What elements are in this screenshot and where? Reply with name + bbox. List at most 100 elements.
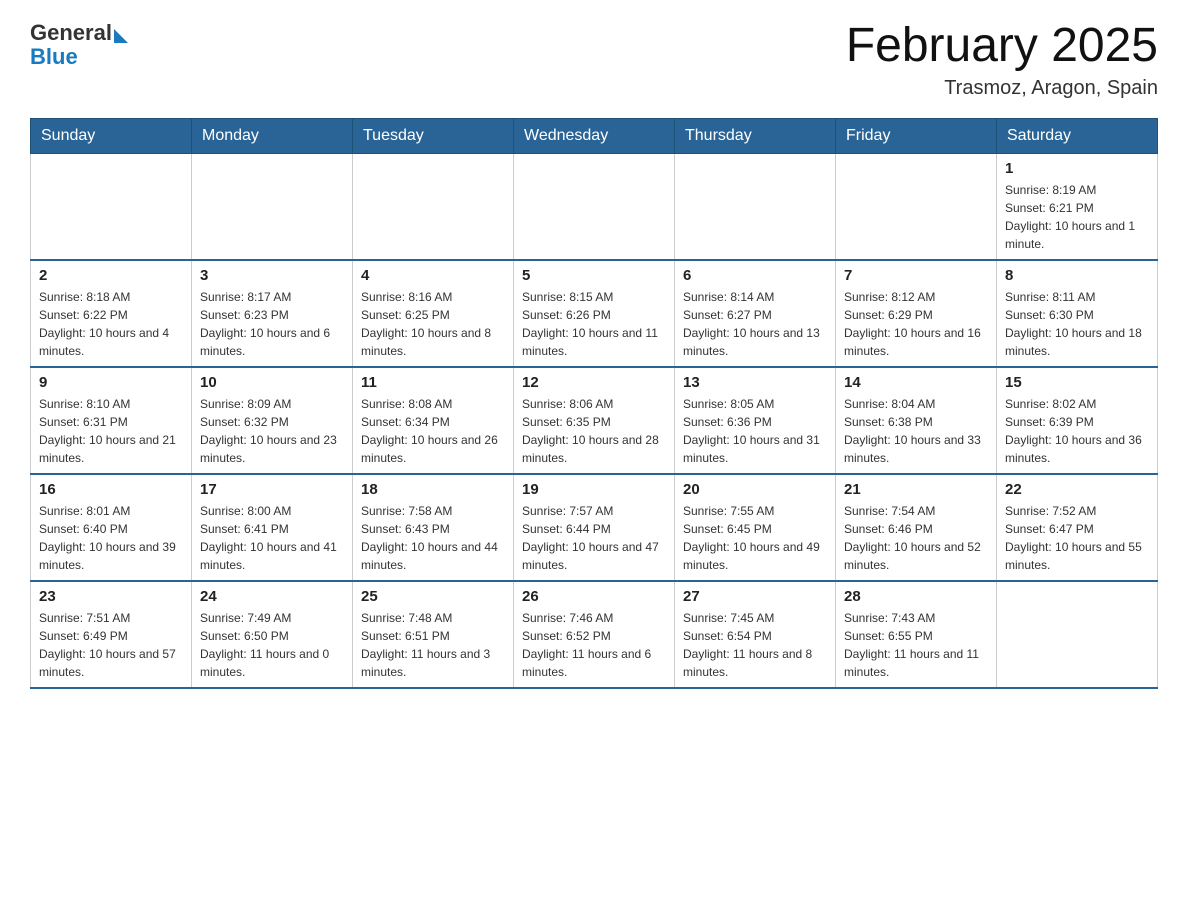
day-cell: 17 Sunrise: 8:00 AM Sunset: 6:41 PM Dayli… — [192, 474, 353, 581]
day-number: 7 — [844, 267, 988, 284]
day-info: Sunrise: 7:48 AM Sunset: 6:51 PM Dayligh… — [361, 609, 505, 681]
col-wednesday: Wednesday — [514, 118, 675, 153]
day-cell: 26 Sunrise: 7:46 AM Sunset: 6:52 PM Dayli… — [514, 581, 675, 688]
header-row: Sunday Monday Tuesday Wednesday Thursday… — [31, 118, 1158, 153]
day-cell: 7 Sunrise: 8:12 AM Sunset: 6:29 PM Daylig… — [836, 260, 997, 367]
day-number: 26 — [522, 588, 666, 605]
day-info: Sunrise: 8:06 AM Sunset: 6:35 PM Dayligh… — [522, 395, 666, 467]
day-cell: 23 Sunrise: 7:51 AM Sunset: 6:49 PM Dayli… — [31, 581, 192, 688]
day-number: 12 — [522, 374, 666, 391]
day-cell: 27 Sunrise: 7:45 AM Sunset: 6:54 PM Dayli… — [675, 581, 836, 688]
col-thursday: Thursday — [675, 118, 836, 153]
day-info: Sunrise: 8:14 AM Sunset: 6:27 PM Dayligh… — [683, 288, 827, 360]
day-number: 25 — [361, 588, 505, 605]
day-cell: 15 Sunrise: 8:02 AM Sunset: 6:39 PM Dayli… — [997, 367, 1158, 474]
day-info: Sunrise: 8:01 AM Sunset: 6:40 PM Dayligh… — [39, 502, 183, 574]
day-cell: 20 Sunrise: 7:55 AM Sunset: 6:45 PM Dayli… — [675, 474, 836, 581]
day-info: Sunrise: 8:11 AM Sunset: 6:30 PM Dayligh… — [1005, 288, 1149, 360]
day-cell: 25 Sunrise: 7:48 AM Sunset: 6:51 PM Dayli… — [353, 581, 514, 688]
day-number: 15 — [1005, 374, 1149, 391]
col-tuesday: Tuesday — [353, 118, 514, 153]
day-cell — [997, 581, 1158, 688]
day-number: 2 — [39, 267, 183, 284]
day-cell: 12 Sunrise: 8:06 AM Sunset: 6:35 PM Dayli… — [514, 367, 675, 474]
day-info: Sunrise: 8:08 AM Sunset: 6:34 PM Dayligh… — [361, 395, 505, 467]
page-header: General Blue February 2025 Trasmoz, Arag… — [30, 20, 1158, 100]
day-number: 20 — [683, 481, 827, 498]
logo: General Blue — [30, 20, 128, 70]
day-cell — [31, 153, 192, 260]
day-cell: 24Sunrise: 7:49 AM Sunset: 6:50 PM Dayli… — [192, 581, 353, 688]
day-number: 10 — [200, 374, 344, 391]
col-sunday: Sunday — [31, 118, 192, 153]
day-cell — [192, 153, 353, 260]
day-info: Sunrise: 8:18 AM Sunset: 6:22 PM Dayligh… — [39, 288, 183, 360]
day-number: 8 — [1005, 267, 1149, 284]
day-info: Sunrise: 7:45 AM Sunset: 6:54 PM Dayligh… — [683, 609, 827, 681]
day-info: Sunrise: 8:02 AM Sunset: 6:39 PM Dayligh… — [1005, 395, 1149, 467]
day-number: 24 — [200, 588, 344, 605]
day-number: 6 — [683, 267, 827, 284]
day-info: Sunrise: 8:16 AM Sunset: 6:25 PM Dayligh… — [361, 288, 505, 360]
day-cell: 10 Sunrise: 8:09 AM Sunset: 6:32 PM Dayli… — [192, 367, 353, 474]
day-number: 11 — [361, 374, 505, 391]
day-number: 1 — [1005, 160, 1149, 177]
day-info: Sunrise: 8:00 AM Sunset: 6:41 PM Dayligh… — [200, 502, 344, 574]
day-info: Sunrise: 7:57 AM Sunset: 6:44 PM Dayligh… — [522, 502, 666, 574]
title-block: February 2025 Trasmoz, Aragon, Spain — [846, 20, 1158, 100]
day-info: Sunrise: 8:10 AM Sunset: 6:31 PM Dayligh… — [39, 395, 183, 467]
day-number: 28 — [844, 588, 988, 605]
day-info: Sunrise: 7:54 AM Sunset: 6:46 PM Dayligh… — [844, 502, 988, 574]
logo-blue-text: Blue — [30, 44, 78, 70]
col-monday: Monday — [192, 118, 353, 153]
day-number: 21 — [844, 481, 988, 498]
calendar-title: February 2025 — [846, 20, 1158, 73]
day-info: Sunrise: 7:58 AM Sunset: 6:43 PM Dayligh… — [361, 502, 505, 574]
day-cell: 9 Sunrise: 8:10 AM Sunset: 6:31 PM Daylig… — [31, 367, 192, 474]
day-cell: 16Sunrise: 8:01 AM Sunset: 6:40 PM Dayli… — [31, 474, 192, 581]
day-number: 17 — [200, 481, 344, 498]
day-number: 19 — [522, 481, 666, 498]
day-info: Sunrise: 8:05 AM Sunset: 6:36 PM Dayligh… — [683, 395, 827, 467]
day-cell — [675, 153, 836, 260]
day-number: 5 — [522, 267, 666, 284]
week-row-2: 2 Sunrise: 8:18 AM Sunset: 6:22 PM Daylig… — [31, 260, 1158, 367]
day-number: 4 — [361, 267, 505, 284]
day-cell: 1 Sunrise: 8:19 AM Sunset: 6:21 PM Daylig… — [997, 153, 1158, 260]
day-info: Sunrise: 7:51 AM Sunset: 6:49 PM Dayligh… — [39, 609, 183, 681]
day-cell: 22 Sunrise: 7:52 AM Sunset: 6:47 PM Dayli… — [997, 474, 1158, 581]
day-info: Sunrise: 8:17 AM Sunset: 6:23 PM Dayligh… — [200, 288, 344, 360]
calendar-table: Sunday Monday Tuesday Wednesday Thursday… — [30, 118, 1158, 689]
col-friday: Friday — [836, 118, 997, 153]
day-number: 23 — [39, 588, 183, 605]
day-cell: 13 Sunrise: 8:05 AM Sunset: 6:36 PM Dayli… — [675, 367, 836, 474]
day-number: 3 — [200, 267, 344, 284]
day-cell: 14Sunrise: 8:04 AM Sunset: 6:38 PM Dayli… — [836, 367, 997, 474]
day-cell: 8 Sunrise: 8:11 AM Sunset: 6:30 PM Daylig… — [997, 260, 1158, 367]
day-cell: 2 Sunrise: 8:18 AM Sunset: 6:22 PM Daylig… — [31, 260, 192, 367]
day-cell: 21 Sunrise: 7:54 AM Sunset: 6:46 PM Dayli… — [836, 474, 997, 581]
day-cell: 6 Sunrise: 8:14 AM Sunset: 6:27 PM Daylig… — [675, 260, 836, 367]
week-row-4: 16Sunrise: 8:01 AM Sunset: 6:40 PM Dayli… — [31, 474, 1158, 581]
day-number: 22 — [1005, 481, 1149, 498]
day-number: 14 — [844, 374, 988, 391]
day-info: Sunrise: 7:52 AM Sunset: 6:47 PM Dayligh… — [1005, 502, 1149, 574]
day-cell — [836, 153, 997, 260]
week-row-1: 1 Sunrise: 8:19 AM Sunset: 6:21 PM Daylig… — [31, 153, 1158, 260]
day-number: 27 — [683, 588, 827, 605]
day-cell: 11 Sunrise: 8:08 AM Sunset: 6:34 PM Dayli… — [353, 367, 514, 474]
day-cell: 19 Sunrise: 7:57 AM Sunset: 6:44 PM Dayli… — [514, 474, 675, 581]
day-number: 13 — [683, 374, 827, 391]
col-saturday: Saturday — [997, 118, 1158, 153]
day-info: Sunrise: 7:43 AM Sunset: 6:55 PM Dayligh… — [844, 609, 988, 681]
day-info: Sunrise: 8:19 AM Sunset: 6:21 PM Dayligh… — [1005, 181, 1149, 253]
day-cell: 5 Sunrise: 8:15 AM Sunset: 6:26 PM Daylig… — [514, 260, 675, 367]
day-number: 9 — [39, 374, 183, 391]
day-info: Sunrise: 7:55 AM Sunset: 6:45 PM Dayligh… — [683, 502, 827, 574]
day-cell — [353, 153, 514, 260]
day-info: Sunrise: 8:09 AM Sunset: 6:32 PM Dayligh… — [200, 395, 344, 467]
day-info: Sunrise: 8:15 AM Sunset: 6:26 PM Dayligh… — [522, 288, 666, 360]
day-info: Sunrise: 7:46 AM Sunset: 6:52 PM Dayligh… — [522, 609, 666, 681]
day-info: Sunrise: 8:12 AM Sunset: 6:29 PM Dayligh… — [844, 288, 988, 360]
day-number: 18 — [361, 481, 505, 498]
